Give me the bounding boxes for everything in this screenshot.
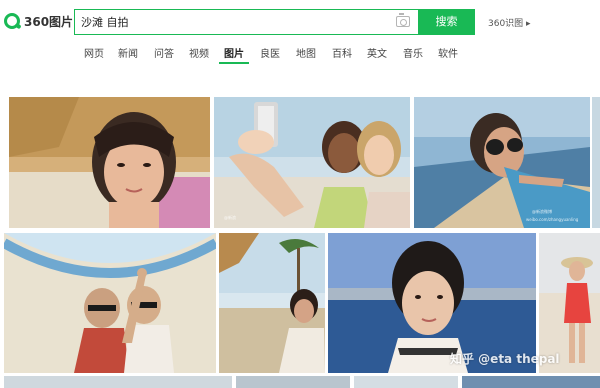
image-result-row3-c[interactable] [354,376,458,388]
tab-english[interactable]: 英文 [367,45,387,63]
tab-music[interactable]: 音乐 [403,45,423,63]
image-result-row3-d[interactable] [462,376,600,388]
tab-video[interactable]: 视频 [189,45,209,63]
search-box [74,9,418,35]
logo-icon [4,13,20,29]
image-result-two-women-selfie[interactable]: @新浪 [214,97,410,228]
image-recognition-link[interactable]: 360识图 ▸ [488,16,531,29]
tab-baike[interactable]: 百科 [332,45,352,63]
image-result-selfie-hut[interactable] [9,97,210,228]
search-button[interactable]: 搜索 [418,9,475,35]
active-tab-indicator [219,62,249,64]
tab-qa[interactable]: 问答 [154,45,174,63]
image-result-sunglasses-selfie[interactable]: @新浪微博 weibo.com/zhangyuanling [414,97,590,228]
weibo-watermark: @新浪微博 [532,209,552,214]
search-category-nav: 网页 新闻 问答 视频 图片 良医 地图 百科 英文 音乐 软件 [0,40,600,66]
tab-health[interactable]: 良医 [260,45,280,63]
logo[interactable]: 360图片 [4,12,73,30]
weibo-url-watermark: weibo.com/zhangyuanling [526,217,579,222]
header: 360图片 搜索 360识图 ▸ [0,0,600,40]
image-result-row3-a[interactable] [4,376,232,388]
search-input[interactable] [81,13,381,31]
camera-icon[interactable] [396,13,410,27]
watermark-small: @新浪 [224,215,236,220]
image-result-partial-edge[interactable] [592,97,600,228]
tab-web[interactable]: 网页 [84,45,104,63]
tab-software[interactable]: 软件 [438,45,458,63]
image-result-fisheye-couple[interactable] [4,233,216,373]
tab-map[interactable]: 地图 [296,45,316,63]
logo-text: 360图片 [24,14,74,29]
image-result-row3-b[interactable] [236,376,350,388]
tab-images[interactable]: 图片 [224,45,244,63]
tab-news[interactable]: 新闻 [118,45,138,63]
image-result-palm-beach[interactable] [219,233,325,373]
zhihu-watermark: 知乎 @eta thepal [450,352,560,366]
